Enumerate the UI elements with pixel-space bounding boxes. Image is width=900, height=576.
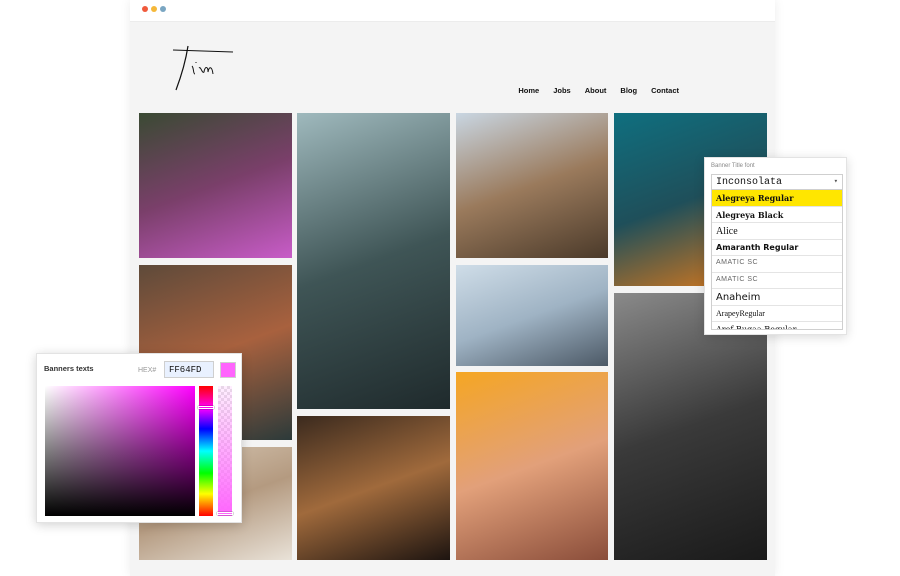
font-option[interactable]: AMATIC SC bbox=[712, 273, 842, 289]
photo-man-frame[interactable] bbox=[297, 416, 450, 560]
color-swatch[interactable] bbox=[220, 362, 236, 378]
font-select-panel: Banner Title font Inconsolata ▾ Alegreya… bbox=[704, 157, 847, 335]
window-chrome bbox=[130, 0, 775, 22]
alpha-handle[interactable] bbox=[217, 512, 233, 515]
nav-contact[interactable]: Contact bbox=[651, 86, 679, 95]
hue-handle[interactable] bbox=[198, 406, 214, 409]
hex-label: HEX# bbox=[138, 367, 157, 374]
stage: Home Jobs About Blog Contact Banners tex… bbox=[0, 0, 900, 576]
photo-forest-road[interactable] bbox=[297, 113, 450, 409]
photo-woman-oranges[interactable] bbox=[456, 372, 608, 560]
font-option[interactable]: Alegreya Regular bbox=[712, 190, 842, 207]
nav-home[interactable]: Home bbox=[518, 86, 539, 95]
font-option[interactable]: ArapeyRegular bbox=[712, 306, 842, 322]
photo-image bbox=[456, 372, 608, 560]
photo-boy-violin[interactable] bbox=[456, 265, 608, 366]
nav-about[interactable]: About bbox=[585, 86, 607, 95]
picker-title: Banners texts bbox=[44, 364, 94, 373]
hue-slider[interactable] bbox=[198, 386, 214, 516]
nav-blog[interactable]: Blog bbox=[620, 86, 637, 95]
font-option[interactable]: Amaranth Regular bbox=[712, 240, 842, 256]
saturation-value-area[interactable] bbox=[45, 386, 195, 516]
font-label: Banner Title font bbox=[711, 163, 755, 169]
font-option[interactable]: Aref Ruqaa Regular bbox=[712, 322, 842, 329]
photo-image bbox=[297, 113, 450, 409]
maximize-dot[interactable] bbox=[160, 6, 166, 12]
hex-input[interactable]: FF64FD bbox=[164, 361, 214, 378]
alpha-slider[interactable] bbox=[217, 386, 233, 516]
font-select-value: Inconsolata bbox=[716, 177, 783, 188]
photo-man-glasses[interactable] bbox=[456, 113, 608, 258]
font-option[interactable]: Alice bbox=[712, 223, 842, 240]
font-option[interactable]: AMATIC SC bbox=[712, 256, 842, 273]
main-nav: Home Jobs About Blog Contact bbox=[518, 86, 679, 95]
color-picker-panel: Banners texts HEX# FF64FD bbox=[36, 353, 242, 523]
font-select[interactable]: Inconsolata ▾ bbox=[711, 174, 843, 190]
photo-image bbox=[297, 416, 450, 560]
close-dot[interactable] bbox=[142, 6, 148, 12]
photo-image bbox=[456, 113, 608, 258]
font-option[interactable]: Alegreya Black bbox=[712, 207, 842, 223]
chevron-down-icon[interactable]: ▾ bbox=[834, 177, 838, 186]
nav-jobs[interactable]: Jobs bbox=[553, 86, 571, 95]
font-options-list: Alegreya Regular Alegreya Black Alice Am… bbox=[711, 190, 843, 330]
photo-image bbox=[139, 113, 292, 258]
site-header: Home Jobs About Blog Contact bbox=[130, 22, 775, 112]
font-option[interactable]: Anaheim bbox=[712, 289, 842, 306]
minimize-dot[interactable] bbox=[151, 6, 157, 12]
site-logo[interactable] bbox=[168, 44, 238, 94]
photo-image bbox=[456, 265, 608, 366]
photo-woman-flowers[interactable] bbox=[139, 113, 292, 258]
